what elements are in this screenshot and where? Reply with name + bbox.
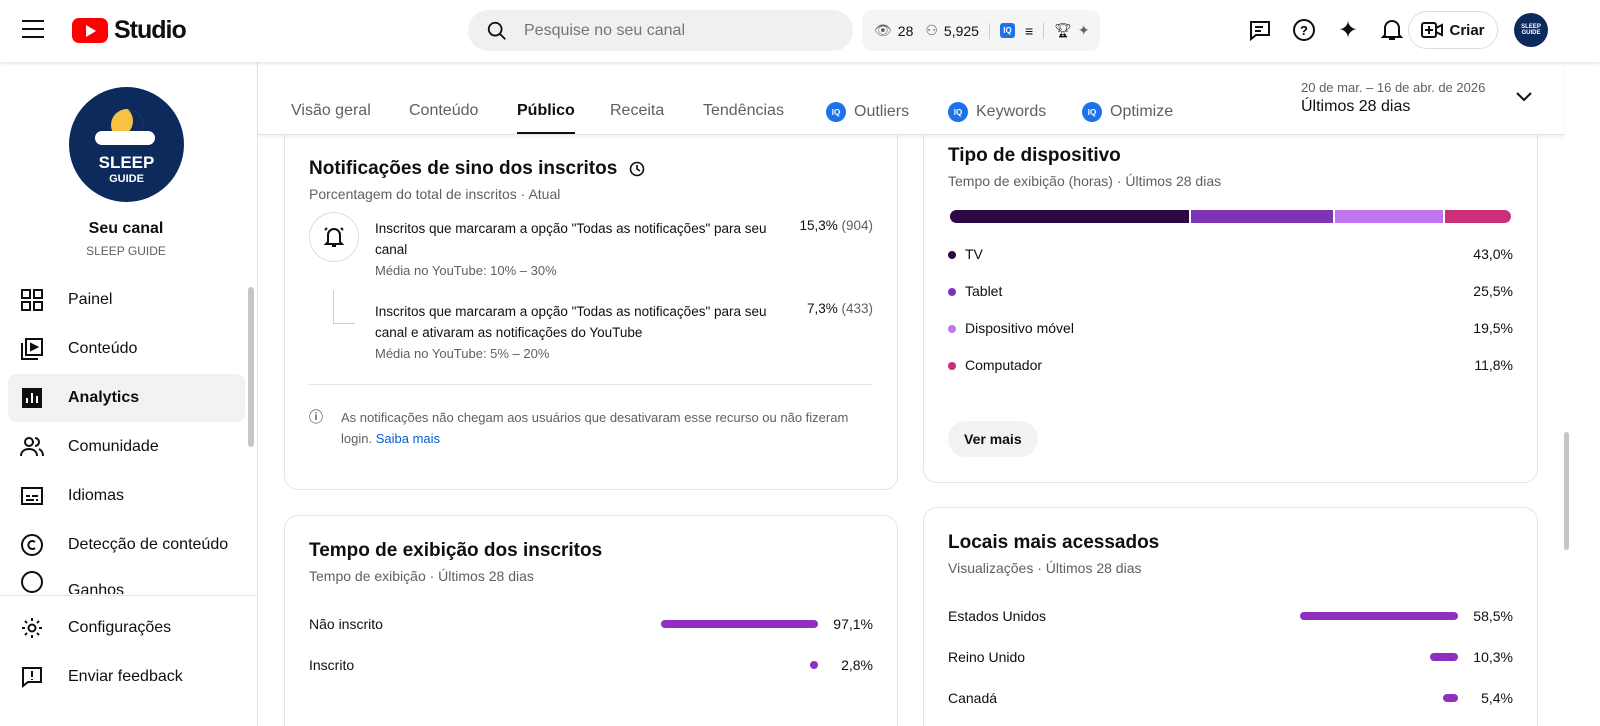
list-icon[interactable]: ≡ — [1025, 23, 1033, 39]
analytics-icon — [20, 386, 44, 410]
svg-text:?: ? — [1300, 23, 1308, 38]
device-stacked-bar — [950, 210, 1511, 223]
divider — [309, 384, 873, 385]
bell-row-all: Inscritos que marcaram a opção "Todas as… — [375, 221, 767, 278]
sparkle-icon[interactable]: ✦ — [1078, 22, 1090, 39]
tab-visao-geral[interactable]: Visão geral — [291, 102, 371, 120]
watch-bar — [810, 661, 818, 669]
create-video-icon — [1421, 22, 1444, 38]
sidebar-item-comunidade[interactable]: Comunidade — [8, 423, 245, 471]
content-icon — [20, 337, 44, 361]
bell-icon — [309, 212, 359, 262]
tab-tendencias[interactable]: Tendências — [703, 102, 784, 120]
youtube-logo-icon — [72, 18, 108, 43]
top-header: Studio 👁28 ⚇5,925 IQ ≡ 🏆︎✦ ? ✦ Criar SLE… — [0, 0, 1600, 62]
eye-icon: 👁 — [874, 22, 892, 38]
channel-avatar[interactable]: SLEEP GUIDE — [69, 87, 184, 202]
settings-gear-icon — [20, 616, 44, 640]
vidiq-icon: IQ — [948, 102, 968, 122]
sidebar-item-deteccao[interactable]: Detecção de conteúdo — [8, 521, 245, 569]
places-row: Reino Unido 10,3% — [948, 649, 1513, 665]
watch-bar — [661, 620, 818, 628]
tab-conteudo[interactable]: Conteúdo — [409, 102, 478, 120]
subscriber-watch-time-card: Tempo de exibição dos inscritos Tempo de… — [284, 515, 898, 726]
sidebar-item-analytics[interactable]: Analytics — [8, 374, 245, 422]
sidebar-item-conteudo[interactable]: Conteúdo — [8, 325, 245, 373]
device-row: Tablet 25,5% — [948, 283, 1513, 299]
top-locations-card: Locais mais acessados Visualizações · Úl… — [923, 507, 1538, 726]
device-bar-segment — [1445, 210, 1511, 223]
see-more-button[interactable]: Ver mais — [948, 421, 1038, 457]
device-bar-segment — [950, 210, 1190, 223]
search-input[interactable] — [524, 21, 824, 40]
tab-outliers[interactable]: IQ Outliers — [826, 102, 909, 122]
sidebar-item-painel[interactable]: Painel — [8, 276, 245, 324]
vidiq-icon: IQ — [1082, 102, 1102, 122]
sidebar: SLEEP GUIDE Seu canal SLEEP GUIDE Painel … — [0, 62, 258, 726]
dashboard-icon — [20, 288, 44, 312]
feedback-comment-icon[interactable] — [1245, 15, 1275, 45]
trophy-icon[interactable]: 🏆︎ — [1054, 22, 1072, 39]
help-icon[interactable]: ? — [1289, 15, 1319, 45]
ai-sparkle-icon[interactable]: ✦ — [1333, 15, 1363, 45]
stats-widget: 👁 28 ⚇ 5,925 IQ ≡ 🏆︎ ✦ — [862, 10, 1100, 51]
earnings-icon — [20, 570, 44, 594]
menu-icon[interactable] — [22, 20, 44, 38]
sidebar-item-idiomas[interactable]: Idiomas — [8, 472, 245, 520]
copyright-icon — [20, 533, 44, 557]
legend-dot — [948, 325, 956, 333]
date-range: 20 de mar. – 16 de abr. de 2026 — [1301, 80, 1486, 95]
device-bar-segment — [1334, 210, 1444, 223]
notifications-icon[interactable] — [1377, 15, 1407, 45]
sidebar-scrollbar[interactable] — [248, 287, 254, 447]
person-icon: ⚇ — [925, 22, 938, 38]
watch-row: Inscrito 2,8% — [309, 657, 873, 673]
sidebar-item-feedback[interactable]: Enviar feedback — [8, 653, 245, 701]
watch-row: Não inscrito 97,1% — [309, 616, 873, 632]
subtitles-icon — [20, 484, 44, 508]
sidebar-item-ganhos[interactable]: Ganhos — [8, 570, 245, 594]
channel-name: SLEEP GUIDE — [86, 244, 166, 258]
device-row: TV 43,0% — [948, 246, 1513, 262]
tree-connector — [333, 290, 355, 324]
learn-more-link[interactable]: Saiba mais — [376, 431, 440, 446]
sidebar-item-configuracoes[interactable]: Configurações — [8, 604, 245, 652]
bell-row-enabled: Inscritos que marcaram a opção "Todas as… — [375, 304, 767, 361]
account-avatar[interactable]: SLEEP GUIDE — [1514, 13, 1548, 47]
places-row: Estados Unidos 58,5% — [948, 608, 1513, 624]
vidiq-icon: IQ — [826, 102, 846, 122]
main-content: Notificações de sino dos inscritos Porce… — [258, 62, 1564, 726]
legend-dot — [948, 362, 956, 370]
community-icon — [20, 435, 44, 459]
legend-dot — [948, 251, 956, 259]
places-row: Canadá 5,4% — [948, 690, 1513, 706]
device-type-card: Tipo de dispositivo Tempo de exibição (h… — [923, 102, 1538, 483]
clock-icon[interactable] — [629, 161, 645, 177]
device-bar-segment — [1191, 210, 1333, 223]
legend-dot — [948, 288, 956, 296]
vidiq-icon[interactable]: IQ — [999, 23, 1015, 38]
date-period[interactable]: Últimos 28 dias — [1301, 98, 1410, 116]
places-bar — [1443, 694, 1458, 702]
places-bar — [1300, 612, 1458, 620]
feedback-icon — [20, 665, 44, 689]
search-icon — [487, 21, 506, 40]
channel-label: Seu canal — [88, 220, 164, 237]
analytics-tabs: Visão geral Conteúdo Público Receita Ten… — [258, 62, 1564, 135]
tab-receita[interactable]: Receita — [610, 102, 664, 120]
info-icon: ⓘ — [309, 409, 323, 425]
page-scrollbar[interactable] — [1562, 62, 1570, 726]
studio-logo[interactable]: Studio — [72, 16, 187, 45]
tab-publico[interactable]: Público — [517, 102, 575, 134]
tab-optimize[interactable]: IQ Optimize — [1082, 102, 1173, 122]
chevron-down-icon[interactable] — [1515, 90, 1533, 108]
device-row: Computador 11,8% — [948, 357, 1513, 373]
places-bar — [1430, 653, 1458, 661]
create-button[interactable]: Criar — [1408, 11, 1498, 49]
bell-notifications-card: Notificações de sino dos inscritos Porce… — [284, 112, 898, 490]
search-bar[interactable] — [468, 10, 853, 51]
tab-keywords[interactable]: IQ Keywords — [948, 102, 1046, 122]
device-row: Dispositivo móvel 19,5% — [948, 320, 1513, 336]
divider — [0, 595, 257, 596]
